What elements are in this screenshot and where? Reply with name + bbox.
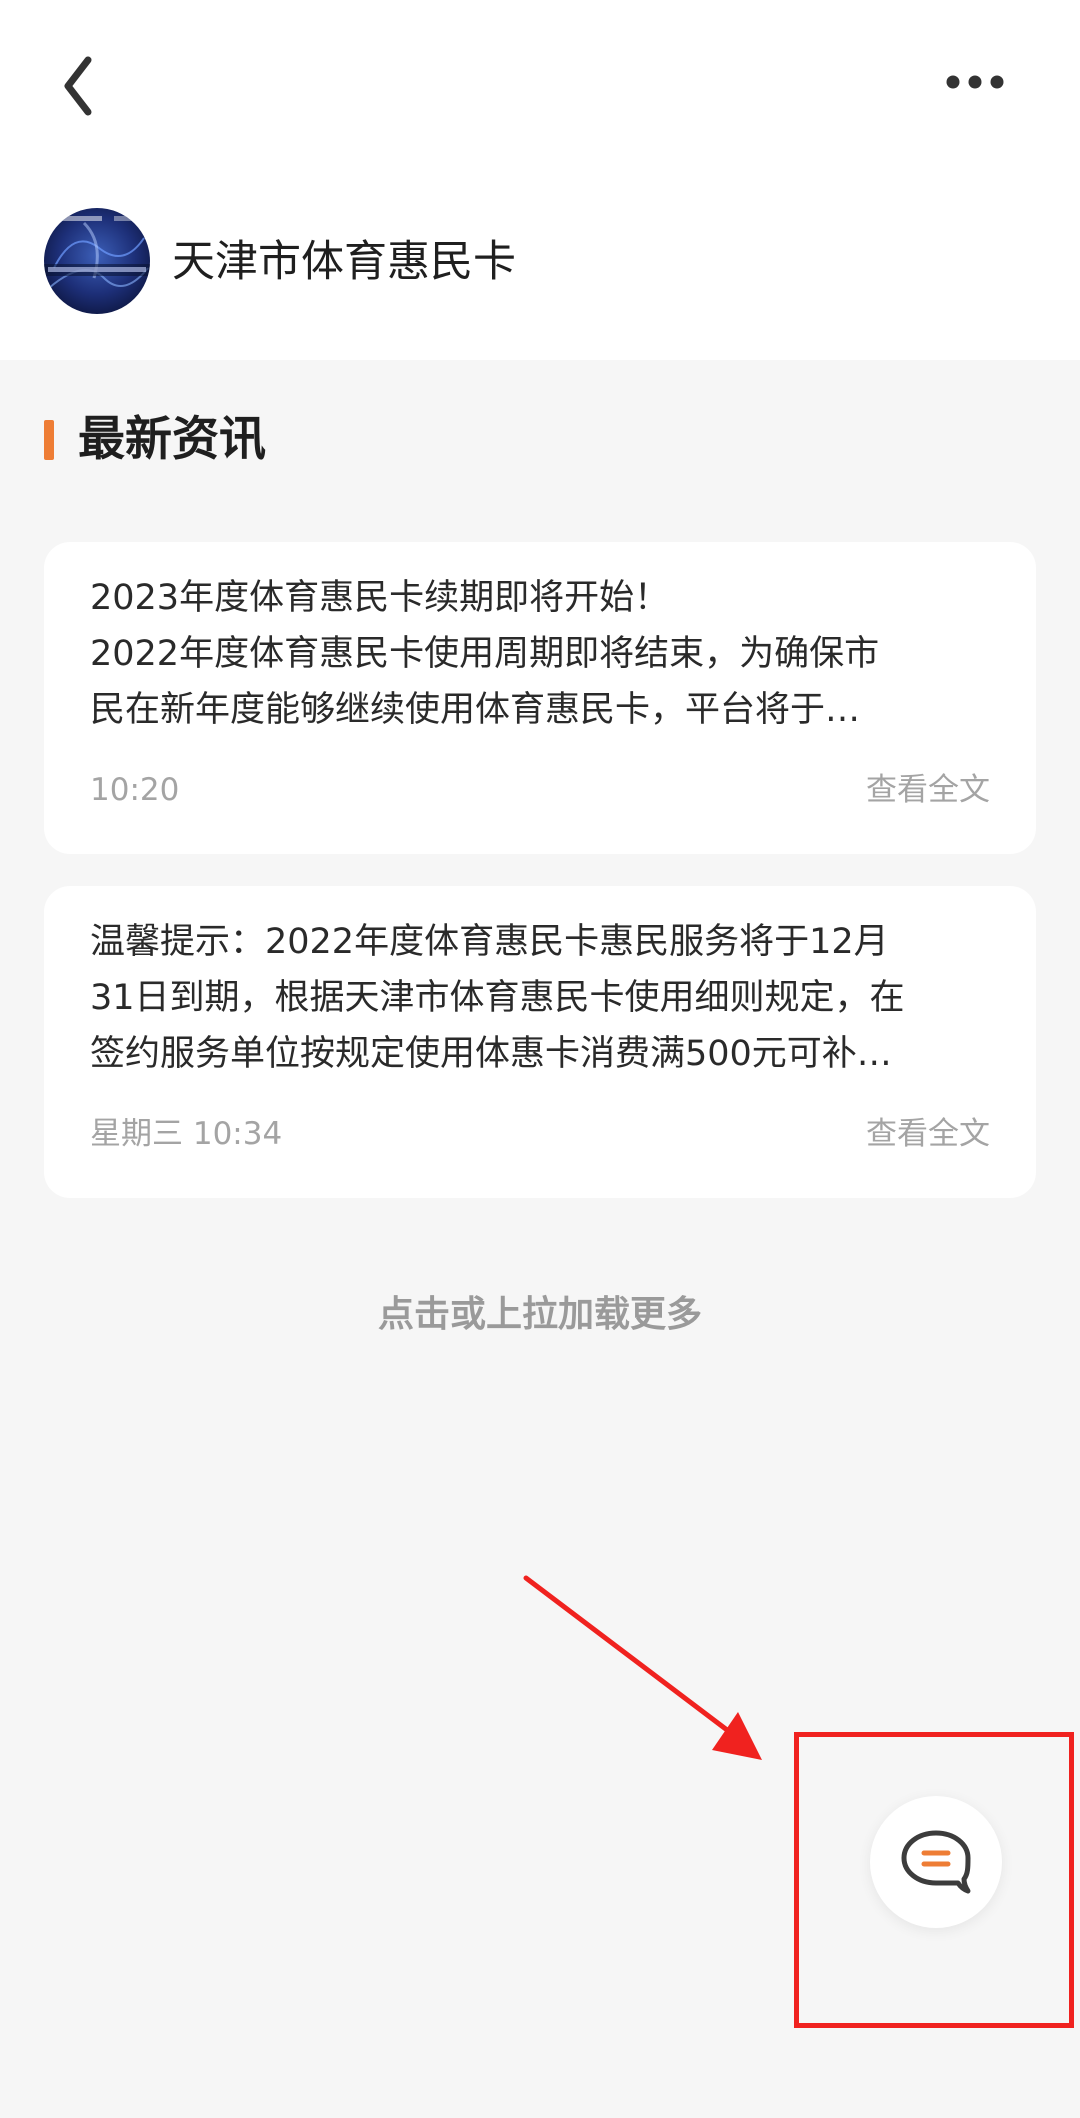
news-line: 温馨提示：2022年度体育惠民卡惠民服务将于12月 [90, 922, 889, 962]
news-line: 31日到期，根据天津市体育惠民卡使用细则规定，在 [90, 978, 905, 1018]
news-summary: 温馨提示：2022年度体育惠民卡惠民服务将于12月 31日到期，根据天津市体育惠… [90, 914, 990, 1082]
news-line: 民在新年度能够继续使用体育惠民卡，平台将于… [90, 690, 861, 730]
news-card[interactable]: 2023年度体育惠民卡续期即将开始！ 2022年度体育惠民卡使用周期即将结束，为… [44, 542, 1036, 854]
load-more-button[interactable]: 点击或上拉加载更多 [0, 1290, 1080, 1340]
back-button[interactable] [44, 50, 116, 122]
chat-button[interactable] [870, 1796, 1002, 1928]
news-line: 2022年度体育惠民卡使用周期即将结束，为确保市 [90, 634, 880, 674]
read-full-link[interactable]: 查看全文 [866, 1114, 990, 1154]
news-card[interactable]: 温馨提示：2022年度体育惠民卡惠民服务将于12月 31日到期，根据天津市体育惠… [44, 886, 1036, 1198]
news-summary: 2023年度体育惠民卡续期即将开始！ 2022年度体育惠民卡使用周期即将结束，为… [90, 570, 990, 738]
chevron-left-icon [64, 56, 92, 116]
card-logo-image [44, 208, 150, 314]
news-line: 签约服务单位按规定使用体惠卡消费满500元可补… [90, 1034, 892, 1074]
account-name[interactable]: 天津市体育惠民卡 [172, 234, 516, 290]
news-title: 2023年度体育惠民卡续期即将开始！ [90, 578, 670, 618]
app-header: 天津市体育惠民卡 [0, 0, 1080, 360]
more-options-button[interactable] [935, 60, 1015, 104]
account-avatar[interactable] [44, 208, 150, 314]
chat-bubble-icon [901, 1830, 971, 1894]
section-accent-bar [44, 420, 54, 460]
more-horizontal-icon [946, 75, 1004, 89]
section-title: 最新资讯 [78, 412, 266, 467]
news-time: 10:20 [90, 772, 180, 808]
read-full-link[interactable]: 查看全文 [866, 770, 990, 810]
news-time: 星期三 10:34 [90, 1116, 283, 1152]
